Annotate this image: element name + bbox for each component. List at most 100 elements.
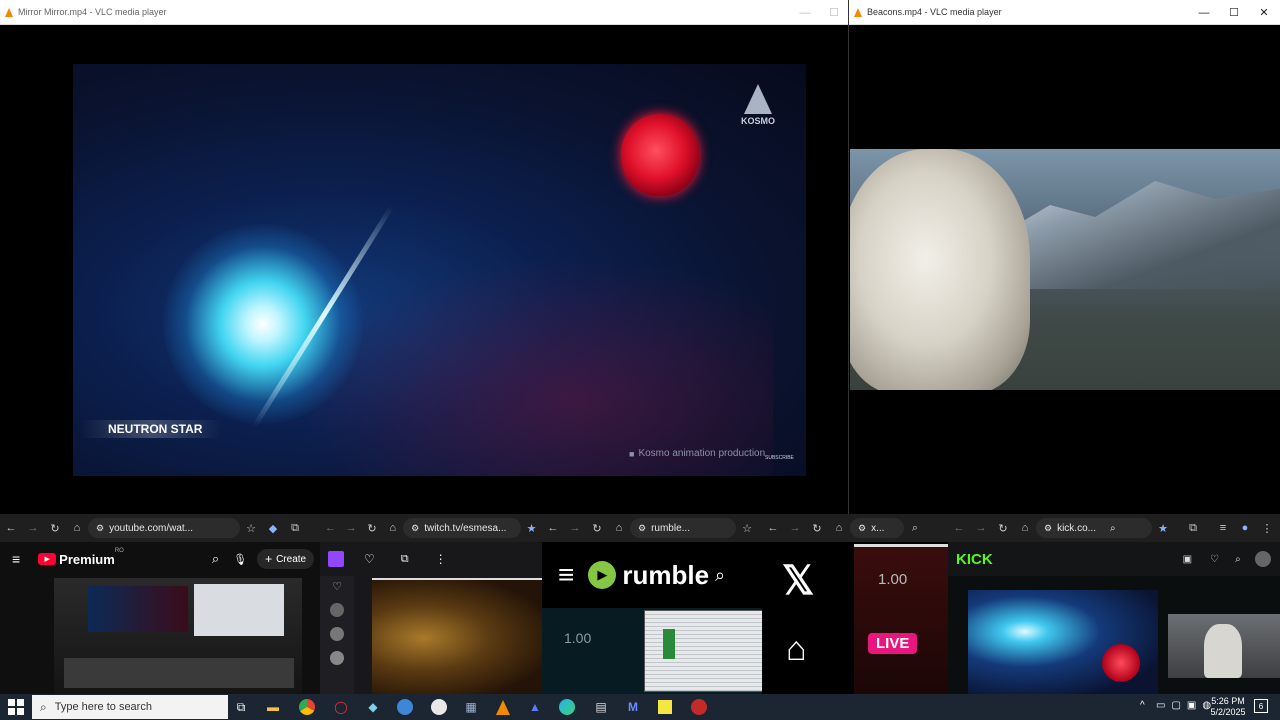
home-icon[interactable]: ⌂ — [66, 522, 88, 534]
clock-date[interactable]: 5/2/2025 — [1204, 707, 1252, 717]
kick-address-bar[interactable]: ⚙ kick.co... ⌕ — [1036, 518, 1152, 538]
twitch-stream-frame[interactable] — [372, 578, 542, 696]
opera-icon[interactable]: ◯ — [330, 696, 352, 718]
taskbar-search-box[interactable]: ⌕ Type here to search — [32, 695, 228, 719]
maximize-button[interactable]: ☐ — [1219, 0, 1249, 25]
star-icon[interactable]: ★ — [1152, 522, 1174, 535]
forward-icon[interactable]: → — [341, 522, 362, 534]
forward-icon[interactable]: → — [22, 522, 44, 534]
back-icon[interactable]: ← — [320, 522, 341, 534]
x-home-icon[interactable]: ⌂ — [786, 630, 807, 669]
twitch-address-bar[interactable]: ⚙ twitch.tv/esmesa... — [403, 518, 522, 538]
rumble-address-bar[interactable]: ⚙ rumble... — [630, 518, 736, 538]
reload-icon[interactable]: ↻ — [44, 522, 66, 535]
site-info-icon: ⚙ — [411, 522, 420, 533]
zoom-icon[interactable]: ⌕ — [1110, 523, 1116, 534]
home-icon[interactable]: ⌂ — [608, 522, 630, 534]
forward-icon[interactable]: → — [970, 522, 992, 534]
reload-icon[interactable]: ↻ — [362, 522, 383, 535]
search-icon[interactable]: ⌕ — [715, 565, 725, 586]
more-icon[interactable]: ⋮ — [435, 552, 447, 566]
reload-icon[interactable]: ↻ — [806, 522, 828, 535]
x-video-frame[interactable]: 1.00 LIVE — [854, 544, 948, 697]
create-button[interactable]: + Create — [257, 549, 315, 569]
heart-icon[interactable]: ♡ — [1210, 554, 1219, 565]
store-icon[interactable]: ▤ — [590, 696, 612, 718]
extension-icon[interactable]: ◆ — [262, 522, 284, 535]
vlc-left-titlebar[interactable]: Mirror Mirror.mp4 - VLC media player — [0, 0, 848, 25]
edge-icon[interactable] — [556, 696, 578, 718]
copy-icon[interactable]: ⧉ — [401, 553, 409, 566]
profile-icon[interactable]: ● — [1234, 522, 1256, 534]
chrome-icon[interactable] — [296, 696, 318, 718]
back-icon[interactable]: ← — [542, 522, 564, 534]
reload-icon[interactable]: ↻ — [992, 522, 1014, 535]
reload-icon[interactable]: ↻ — [586, 522, 608, 535]
clock-app-icon[interactable] — [428, 696, 450, 718]
star-icon[interactable]: ☆ — [240, 522, 262, 535]
puzzle-icon[interactable]: ⧉ — [1182, 522, 1204, 535]
clock-time[interactable]: 5:26 PM — [1208, 696, 1248, 706]
playlist-icon[interactable]: ≡ — [1212, 522, 1234, 534]
youtube-logo-icon[interactable]: ▶ — [38, 553, 57, 565]
youtube-brand[interactable]: Premium — [59, 552, 115, 567]
search-icon[interactable]: ⌕ — [1235, 554, 1241, 565]
tray-chevron-icon[interactable]: ^ — [1140, 700, 1145, 711]
app-icon[interactable]: ▦ — [460, 696, 482, 718]
app-icon[interactable]: ◆ — [362, 696, 384, 718]
close-button[interactable]: ✕ — [1249, 0, 1279, 25]
obs-icon[interactable] — [688, 696, 710, 718]
kosmo-logo: KOSMO — [733, 84, 783, 144]
vlc-taskbar-icon[interactable] — [492, 696, 514, 718]
qbittorrent-icon[interactable] — [394, 696, 416, 718]
sidebar-heart-icon[interactable]: ♡ — [330, 580, 344, 593]
menu-icon[interactable]: ≡ — [558, 559, 574, 591]
channel-avatar[interactable] — [330, 627, 344, 641]
proton-icon[interactable]: M — [622, 696, 644, 718]
task-view-icon[interactable]: ⧉ — [230, 696, 252, 718]
back-icon[interactable]: ← — [948, 522, 970, 534]
arc-icon[interactable]: ▲ — [524, 696, 546, 718]
youtube-video-thumbnail[interactable] — [54, 578, 302, 694]
gift-icon[interactable]: ▣ — [1183, 554, 1192, 565]
menu-icon[interactable]: ≡ — [12, 551, 20, 567]
video-frame-neutron-star[interactable]: KOSMO NEUTRON STAR ■ Kosmo animation pro… — [73, 64, 806, 476]
star-icon[interactable]: ★ — [521, 522, 542, 535]
minimize-button[interactable]: — — [1189, 0, 1219, 25]
back-icon[interactable]: ← — [0, 522, 22, 534]
star-icon[interactable]: ☆ — [736, 522, 758, 535]
more-icon[interactable]: ⋮ — [1256, 522, 1278, 535]
maximize-button[interactable]: ☐ — [819, 0, 849, 25]
start-button[interactable] — [8, 699, 24, 715]
x-logo-icon[interactable]: 𝕏 — [782, 558, 814, 604]
puzzle-icon[interactable]: ⧉ — [284, 522, 306, 535]
home-icon[interactable]: ⌂ — [382, 522, 403, 534]
follow-heart-icon[interactable]: ♡ — [364, 552, 375, 566]
channel-avatar[interactable] — [330, 603, 344, 617]
home-icon[interactable]: ⌂ — [1014, 522, 1036, 534]
file-explorer-icon[interactable]: ▬ — [262, 696, 284, 718]
youtube-address-bar[interactable]: ⚙ youtube.com/wat... — [88, 518, 240, 538]
mic-icon[interactable]: 🎙 — [233, 553, 247, 566]
search-icon[interactable]: ⌕ — [212, 551, 219, 567]
forward-icon[interactable]: → — [784, 522, 806, 534]
zoom-icon[interactable]: ⌕ — [904, 522, 926, 535]
kick-webcam[interactable] — [1168, 614, 1280, 678]
video-frame-beacons[interactable] — [850, 149, 1280, 390]
avatar[interactable] — [1254, 551, 1271, 567]
notification-icon[interactable]: 6 — [1254, 699, 1268, 713]
rumble-logo-icon[interactable]: ▶ — [588, 561, 617, 589]
forward-icon[interactable]: → — [564, 522, 586, 534]
channel-avatar[interactable] — [330, 651, 344, 665]
kick-brand[interactable]: KICK — [956, 551, 993, 568]
subscribe-text: SUBSCRIBE — [765, 455, 794, 461]
rumble-brand[interactable]: rumble — [622, 560, 709, 591]
notes-icon[interactable] — [654, 696, 676, 718]
kick-stream-frame[interactable] — [968, 590, 1158, 694]
home-icon[interactable]: ⌂ — [828, 522, 850, 534]
back-icon[interactable]: ← — [762, 522, 784, 534]
minimize-button[interactable]: — — [790, 0, 820, 25]
rumble-video-thumbnail[interactable] — [644, 610, 764, 692]
x-address-bar[interactable]: ⚙ x... — [850, 518, 904, 538]
twitch-logo-icon[interactable] — [328, 551, 344, 567]
